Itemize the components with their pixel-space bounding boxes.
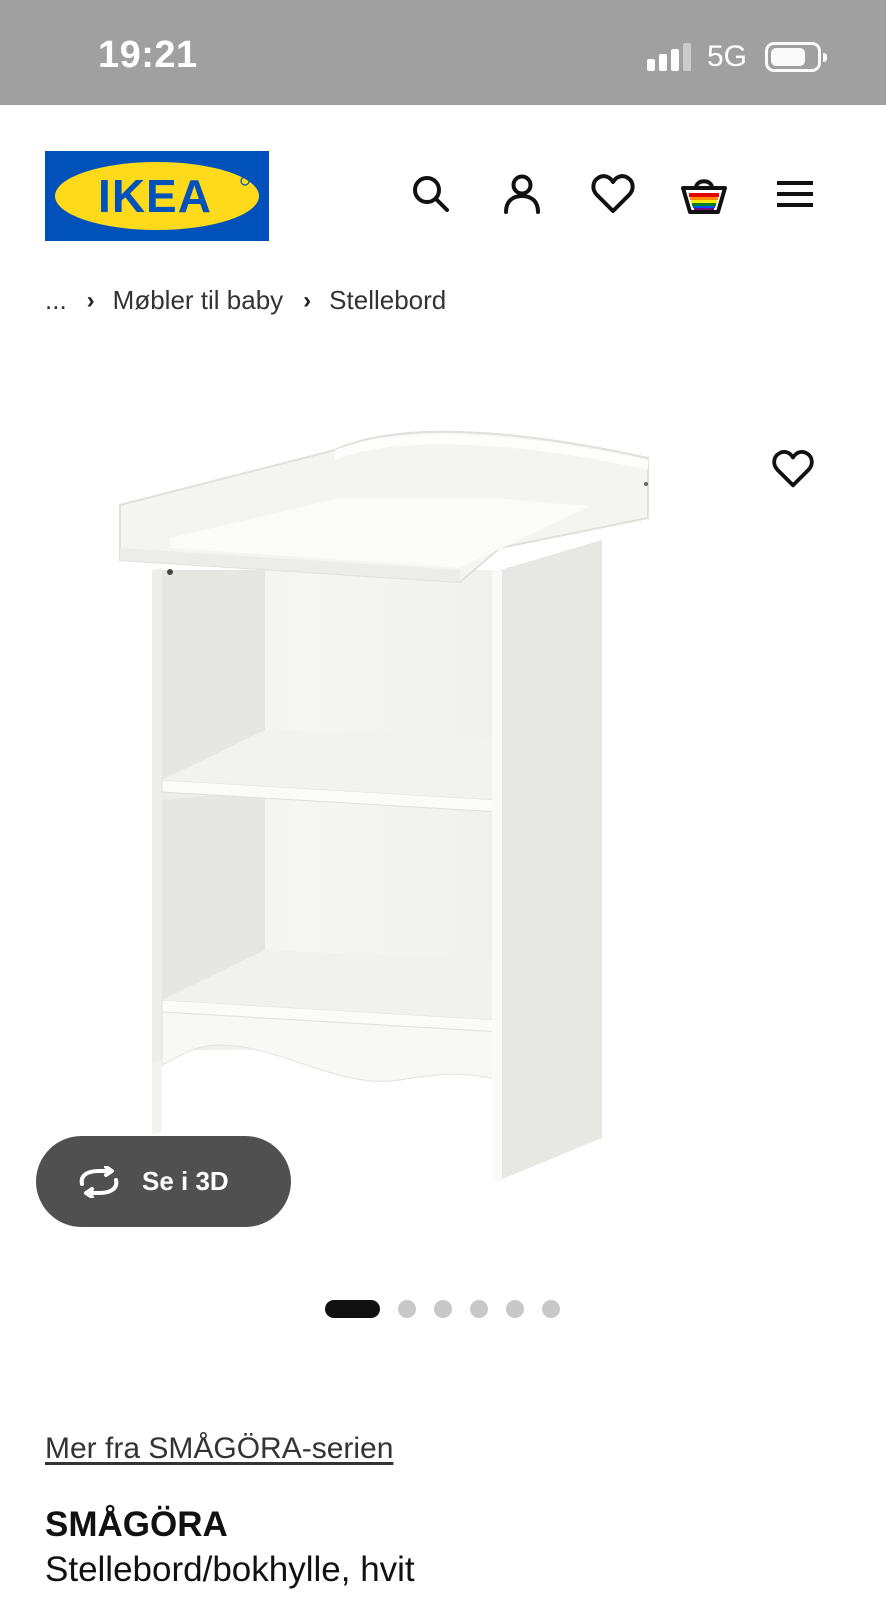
breadcrumb-ellipsis[interactable]: ...	[45, 285, 67, 316]
status-time: 19:21	[98, 34, 198, 76]
search-icon[interactable]	[407, 170, 455, 218]
image-carousel-pagination	[325, 1300, 578, 1318]
svg-text:IKEA: IKEA	[98, 170, 212, 222]
product-image[interactable]	[100, 420, 680, 1200]
network-type: 5G	[707, 40, 748, 73]
shopping-bag-icon[interactable]	[680, 170, 728, 218]
product-favorite-heart-icon[interactable]	[770, 446, 816, 492]
carousel-dot[interactable]	[325, 1300, 380, 1318]
ikea-logo[interactable]: IKEA	[45, 151, 269, 241]
carousel-dot[interactable]	[398, 1300, 416, 1318]
account-icon[interactable]	[498, 170, 546, 218]
view-3d-button[interactable]: Se i 3D	[36, 1136, 291, 1227]
carousel-dot[interactable]	[434, 1300, 452, 1318]
breadcrumb: ... › Møbler til baby › Stellebord	[45, 285, 446, 316]
view-3d-label: Se i 3D	[142, 1166, 229, 1196]
product-name: SMÅGÖRA	[45, 1505, 228, 1544]
battery-icon	[765, 42, 827, 72]
menu-icon[interactable]	[771, 170, 819, 218]
chevron-right-icon: ›	[86, 286, 95, 314]
status-bar: 19:21 5G	[0, 0, 886, 105]
carousel-dot[interactable]	[506, 1300, 524, 1318]
breadcrumb-item-baby-furniture[interactable]: Møbler til baby	[113, 285, 284, 316]
heart-icon[interactable]	[589, 170, 637, 218]
chevron-right-icon: ›	[303, 286, 312, 314]
product-description: Stellebord/bokhylle, hvit	[45, 1550, 415, 1589]
series-link[interactable]: Mer fra SMÅGÖRA-serien	[45, 1432, 393, 1466]
carousel-dot[interactable]	[470, 1300, 488, 1318]
breadcrumb-item-changing-tables[interactable]: Stellebord	[329, 285, 446, 316]
signal-strength-icon	[647, 43, 693, 71]
carousel-dot[interactable]	[542, 1300, 560, 1318]
rotate-3d-icon	[79, 1165, 119, 1198]
